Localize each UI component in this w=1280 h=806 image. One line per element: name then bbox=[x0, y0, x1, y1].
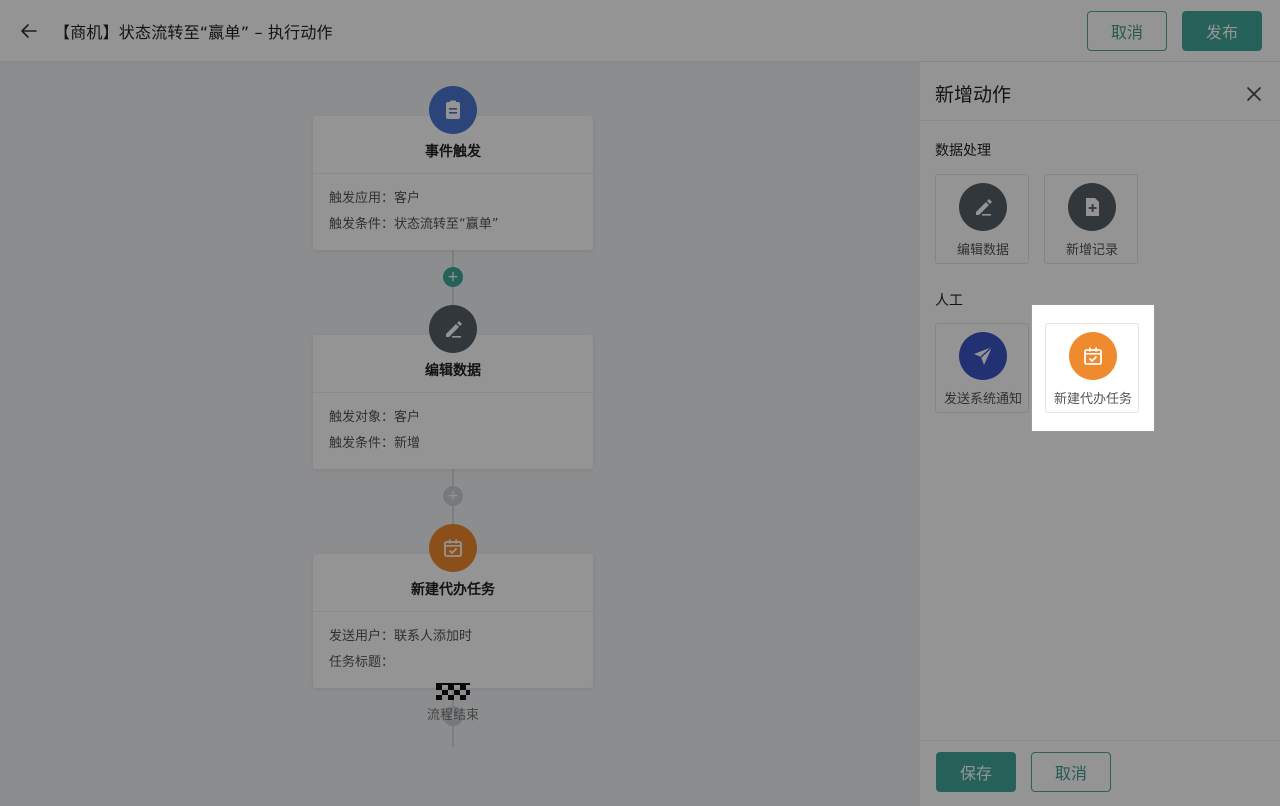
tile-label: 新增记录 bbox=[1065, 243, 1118, 258]
section-label-manual: 人工 bbox=[935, 293, 963, 309]
file-plus-icon bbox=[1068, 183, 1116, 231]
save-button[interactable]: 保存 bbox=[936, 752, 1016, 792]
panel-cancel-button[interactable]: 取消 bbox=[1031, 752, 1111, 792]
panel-title: 新增动作 bbox=[935, 84, 1012, 106]
action-tile-edit-data[interactable]: 编辑数据 bbox=[935, 174, 1029, 264]
close-icon[interactable] bbox=[1242, 82, 1266, 106]
action-tile-add-record[interactable]: 新增记录 bbox=[1044, 174, 1138, 264]
tile-label: 编辑数据 bbox=[956, 243, 1009, 258]
tile-label: 新建代办任务 bbox=[1053, 392, 1132, 407]
modal-overlay[interactable] bbox=[0, 0, 920, 806]
calendar-check-icon bbox=[1069, 332, 1117, 380]
header-cancel-button[interactable]: 取消 bbox=[1087, 11, 1167, 51]
add-action-panel: 新增动作 数据处理 编辑数据 新增记录 人工 发送系统通知 保存 取消 bbox=[920, 62, 1280, 806]
divider bbox=[920, 740, 1280, 741]
action-tile-send-notification[interactable]: 发送系统通知 bbox=[935, 323, 1029, 413]
spotlight-highlight: 新建代办任务 bbox=[1031, 304, 1155, 432]
pencil-icon bbox=[959, 183, 1007, 231]
section-label-data-processing: 数据处理 bbox=[935, 143, 991, 159]
publish-button[interactable]: 发布 bbox=[1182, 11, 1262, 51]
action-tile-new-task[interactable]: 新建代办任务 bbox=[1045, 323, 1139, 413]
divider bbox=[920, 120, 1280, 121]
paper-plane-icon bbox=[959, 332, 1007, 380]
tile-label: 发送系统通知 bbox=[943, 392, 1022, 407]
